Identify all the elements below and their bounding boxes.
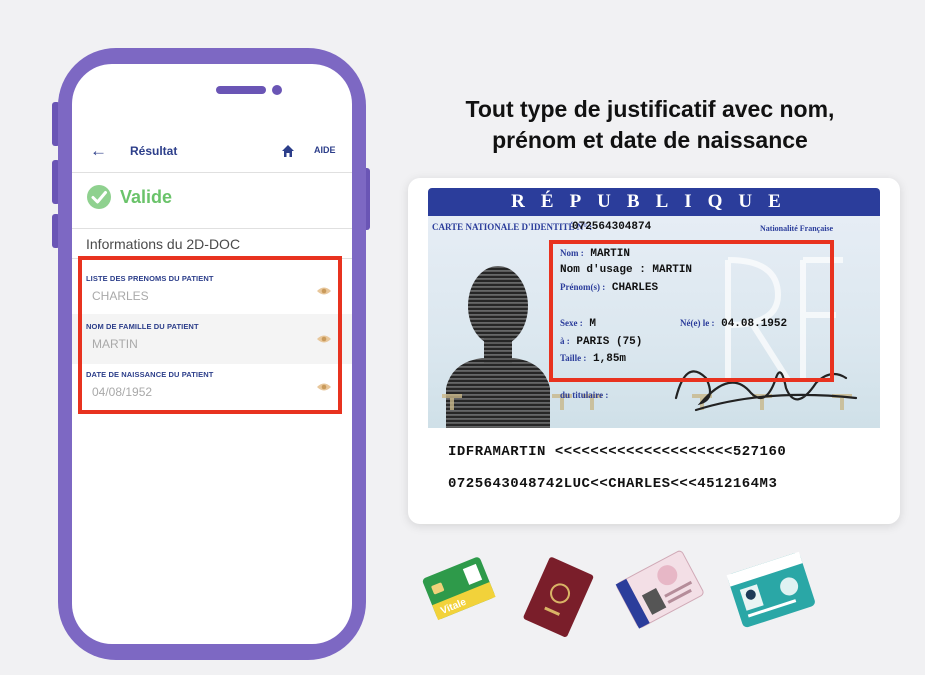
- back-arrow-icon[interactable]: ←: [90, 141, 107, 161]
- check-circle-icon: [87, 185, 111, 209]
- professional-card-icon: [726, 551, 815, 628]
- card-number: 072564304874: [572, 221, 652, 233]
- card-signature-label: du titulaire :: [560, 390, 609, 400]
- divider: [72, 228, 352, 229]
- help-button[interactable]: AIDE: [314, 145, 336, 155]
- page-title: Résultat: [130, 144, 178, 158]
- section-title: Informations du 2D-DOC: [86, 236, 241, 252]
- card-type-label: CARTE NATIONALE D'IDENTITÉ N° :: [432, 222, 593, 232]
- passport-icon: [523, 557, 594, 637]
- phone-speaker: [216, 86, 266, 94]
- mrz-line-1: IDFRAMARTIN <<<<<<<<<<<<<<<<<<<<527160: [448, 444, 787, 460]
- status-label: Valide: [120, 187, 173, 207]
- home-icon[interactable]: [281, 144, 295, 158]
- card-highlight-box: [549, 240, 834, 382]
- divider: [72, 172, 352, 173]
- headline: Tout type de justificatif avec nom, prén…: [415, 94, 885, 156]
- app-bar: ← Résultat AIDE: [72, 134, 352, 170]
- card-header-band: RÉPUBLIQUE FRANÇAISE: [428, 188, 880, 234]
- headline-line: prénom et date de naissance: [492, 127, 808, 153]
- headline-line: Tout type de justificatif avec nom,: [465, 96, 835, 122]
- phone-highlight-box: [78, 256, 342, 414]
- mrz-line-2: 0725643048742LUC<<CHARLES<<<4512164M3: [448, 476, 778, 492]
- card-nationality: Nationalité Française: [760, 224, 834, 233]
- driving-licence-icon: [615, 550, 704, 629]
- vitale-card-icon: Vitale: [422, 557, 496, 621]
- phone-camera: [272, 85, 282, 95]
